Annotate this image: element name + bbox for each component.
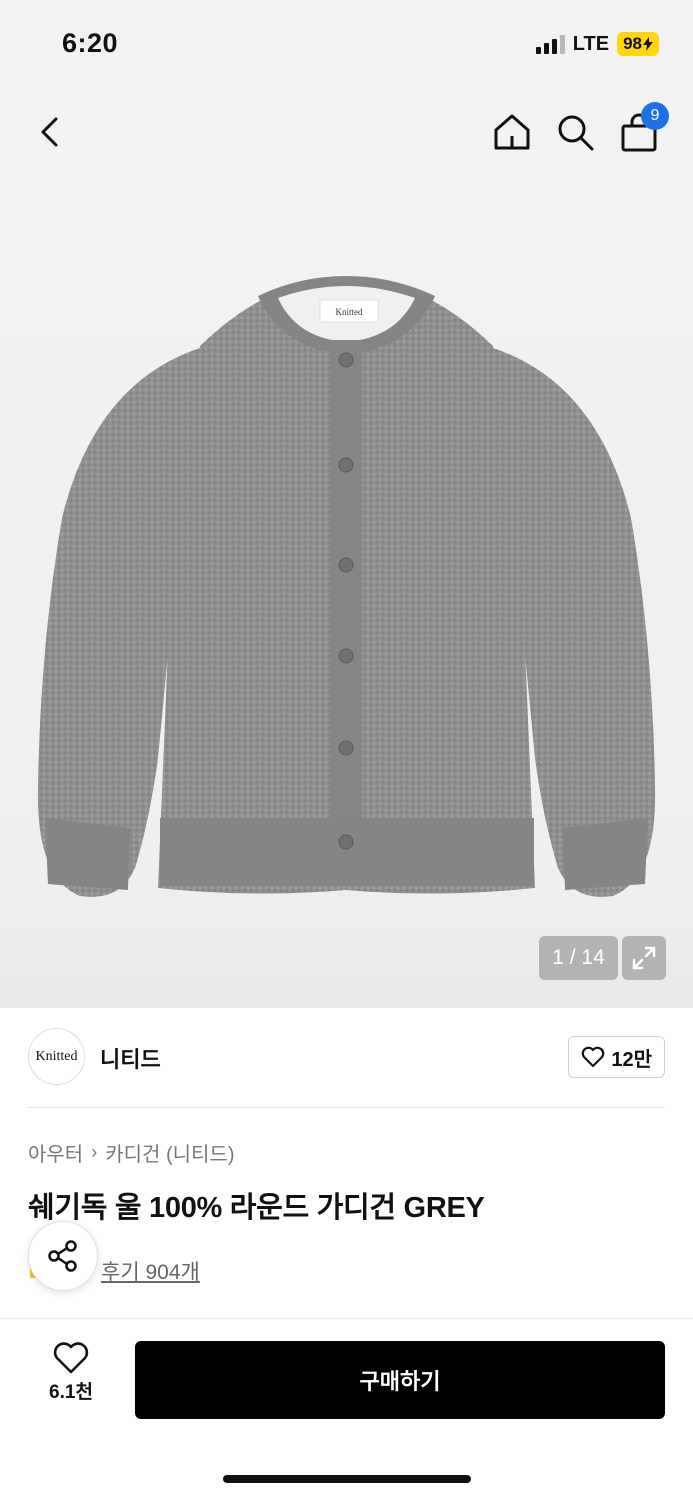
heart-icon bbox=[53, 1342, 89, 1374]
cart-button[interactable]: 9 bbox=[615, 102, 669, 156]
breadcrumb: 아우터 › 카디건 (니티드) bbox=[28, 1138, 234, 1167]
brand-name[interactable]: 니티드 bbox=[100, 1042, 161, 1074]
garment-label-text: Knitted bbox=[336, 307, 363, 317]
search-button[interactable] bbox=[551, 108, 599, 156]
wishlist-count: 6.1천 bbox=[49, 1382, 93, 1403]
product-image: Knitted bbox=[37, 276, 656, 897]
signal-icon bbox=[535, 34, 565, 54]
chevron-right-icon: › bbox=[91, 1142, 98, 1162]
status-time: 6:20 bbox=[62, 28, 119, 58]
home-button[interactable] bbox=[488, 108, 536, 156]
chevron-left-icon bbox=[41, 117, 58, 147]
home-indicator bbox=[223, 1475, 471, 1483]
product-title: 쉐기독 울 100% 라운드 가디건 GREY bbox=[28, 1192, 485, 1224]
cart-count-badge: 9 bbox=[641, 102, 669, 130]
image-counter: 1 / 14 bbox=[539, 936, 618, 980]
brand-like-count: 12만 bbox=[611, 1048, 652, 1071]
brand-row[interactable]: Knitted 니티드 12만 bbox=[28, 1028, 665, 1086]
status-bar: 6:20 LTE 98 bbox=[0, 0, 693, 88]
heart-outline-icon bbox=[582, 1046, 605, 1068]
product-image-gallery[interactable]: Knitted 1 / 14 bbox=[0, 178, 693, 1008]
share-button[interactable] bbox=[28, 1221, 98, 1291]
brand-like-button[interactable]: 12만 bbox=[568, 1036, 665, 1078]
wishlist-button[interactable]: 6.1천 bbox=[30, 1341, 112, 1421]
review-link[interactable]: 후기 904개 bbox=[101, 1256, 200, 1286]
back-button[interactable] bbox=[26, 108, 74, 156]
search-icon bbox=[558, 115, 594, 151]
expand-image-button[interactable] bbox=[622, 936, 666, 980]
breadcrumb-item-outer[interactable]: 아우터 bbox=[28, 1138, 83, 1167]
battery-level: 98 bbox=[623, 34, 642, 53]
home-icon bbox=[494, 114, 530, 150]
status-indicators: LTE 98 bbox=[535, 32, 659, 56]
top-nav: 9 bbox=[0, 88, 693, 178]
network-label: LTE bbox=[572, 32, 610, 55]
divider bbox=[28, 1107, 665, 1108]
expand-icon bbox=[632, 946, 656, 970]
bottom-action-bar: 6.1천 구매하기 bbox=[0, 1318, 693, 1500]
charging-icon bbox=[643, 37, 653, 51]
brand-logo[interactable]: Knitted bbox=[28, 1028, 85, 1085]
buy-button[interactable]: 구매하기 bbox=[135, 1341, 665, 1419]
share-icon bbox=[48, 1240, 77, 1272]
breadcrumb-item-cardigan[interactable]: 카디건 (니티드) bbox=[105, 1138, 234, 1167]
battery-icon: 98 bbox=[617, 32, 659, 56]
